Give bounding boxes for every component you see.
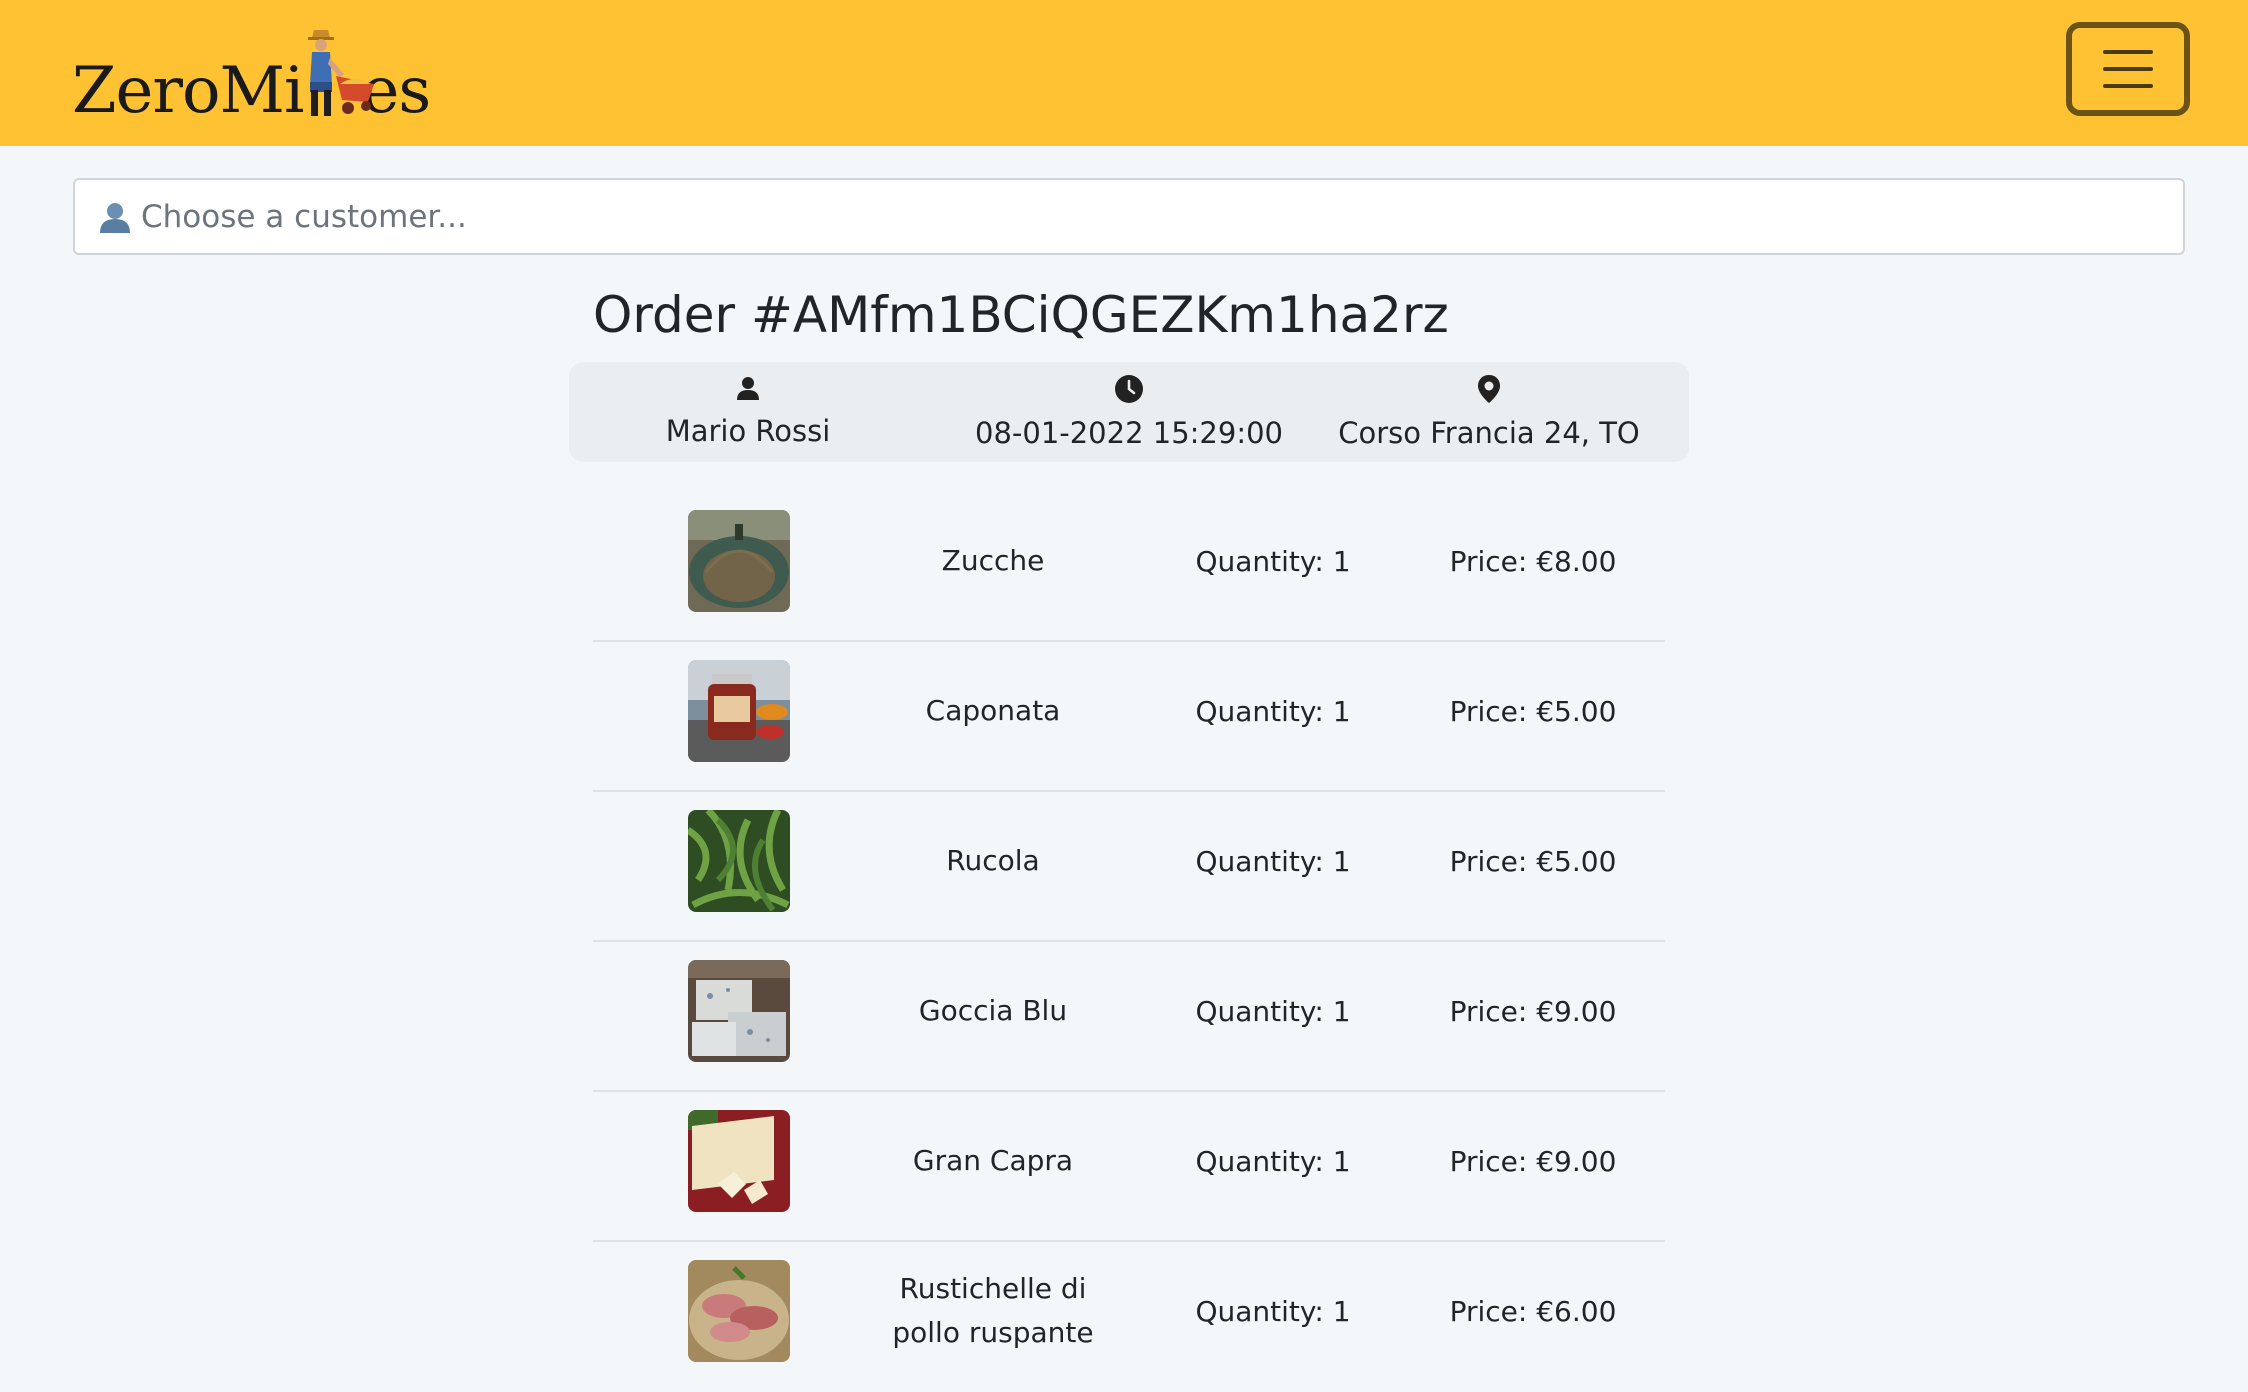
item-price: Price: €5.00 [1449,844,1617,878]
list-item: Zucche Quantity: 1 Price: €8.00 [593,492,1665,642]
item-quantity: Quantity: 1 [1195,544,1351,578]
list-item: Rucola Quantity: 1 Price: €5.00 [593,792,1665,942]
map-pin-icon [1478,375,1500,403]
item-quantity: Quantity: 1 [1195,694,1351,728]
item-price: Price: €6.00 [1449,1294,1617,1328]
product-image-caponata [688,660,790,762]
item-name: Goccia Blu [918,994,1068,1027]
list-item: Rustichelle di pollo ruspante Quantity: … [593,1242,1665,1392]
item-quantity: Quantity: 1 [1195,994,1351,1028]
order-items-list: Zucche Quantity: 1 Price: €8.00 Caponata… [593,492,1665,1392]
order-title: Order #AMfm1BCiQGEZKm1ha2rz [593,286,1449,344]
person-icon [737,377,759,400]
clock-icon [1115,375,1143,403]
product-image-zucche [688,510,790,612]
item-price: Price: €5.00 [1449,694,1617,728]
menu-toggle-button[interactable] [2066,22,2190,116]
user-silhouette-icon [100,202,130,233]
list-item: Goccia Blu Quantity: 1 Price: €9.00 [593,942,1665,1092]
item-name: Gran Capra [912,1144,1074,1177]
list-item: Caponata Quantity: 1 Price: €5.00 [593,642,1665,792]
farmer-with-wheelbarrow-icon [308,30,374,116]
order-datetime-value: 08-01-2022 15:29:00 [975,416,1283,450]
item-name: Rustichelle di pollo ruspante [892,1272,1094,1349]
product-image-goccia-blu [688,960,790,1062]
order-address-value: Corso Francia 24, TO [1338,416,1640,450]
item-name: Zucche [941,544,1045,577]
order-address: Corso Francia 24, TO [1310,362,1668,462]
list-item: Gran Capra Quantity: 1 Price: €9.00 [593,1092,1665,1242]
product-image-rustichelle [688,1260,790,1362]
product-image-rucola [688,810,790,912]
item-quantity: Quantity: 1 [1195,844,1351,878]
item-name: Caponata [925,694,1061,727]
hamburger-menu-icon-bar [2103,67,2153,71]
item-quantity: Quantity: 1 [1195,1294,1351,1328]
item-quantity: Quantity: 1 [1195,1144,1351,1178]
item-name: Rucola [946,844,1040,877]
item-price: Price: €9.00 [1449,994,1617,1028]
item-price: Price: €8.00 [1449,544,1617,578]
customer-select-placeholder: Choose a customer... [141,198,467,235]
customer-select[interactable]: Choose a customer... [73,178,2185,255]
navbar: ZeroMi es [0,0,2248,146]
order-info-card: Mario Rossi 08-01-2022 15:29:00 Corso Fr… [569,362,1689,462]
hamburger-menu-icon [2103,50,2153,54]
order-customer-name: Mario Rossi [665,414,831,448]
order-datetime: 08-01-2022 15:29:00 [950,362,1308,462]
brand-logo[interactable]: ZeroMi es [72,24,431,128]
item-price: Price: €9.00 [1449,1144,1617,1178]
hamburger-menu-icon-bar [2103,84,2153,88]
product-image-gran-capra [688,1110,790,1212]
order-customer: Mario Rossi [569,362,927,462]
